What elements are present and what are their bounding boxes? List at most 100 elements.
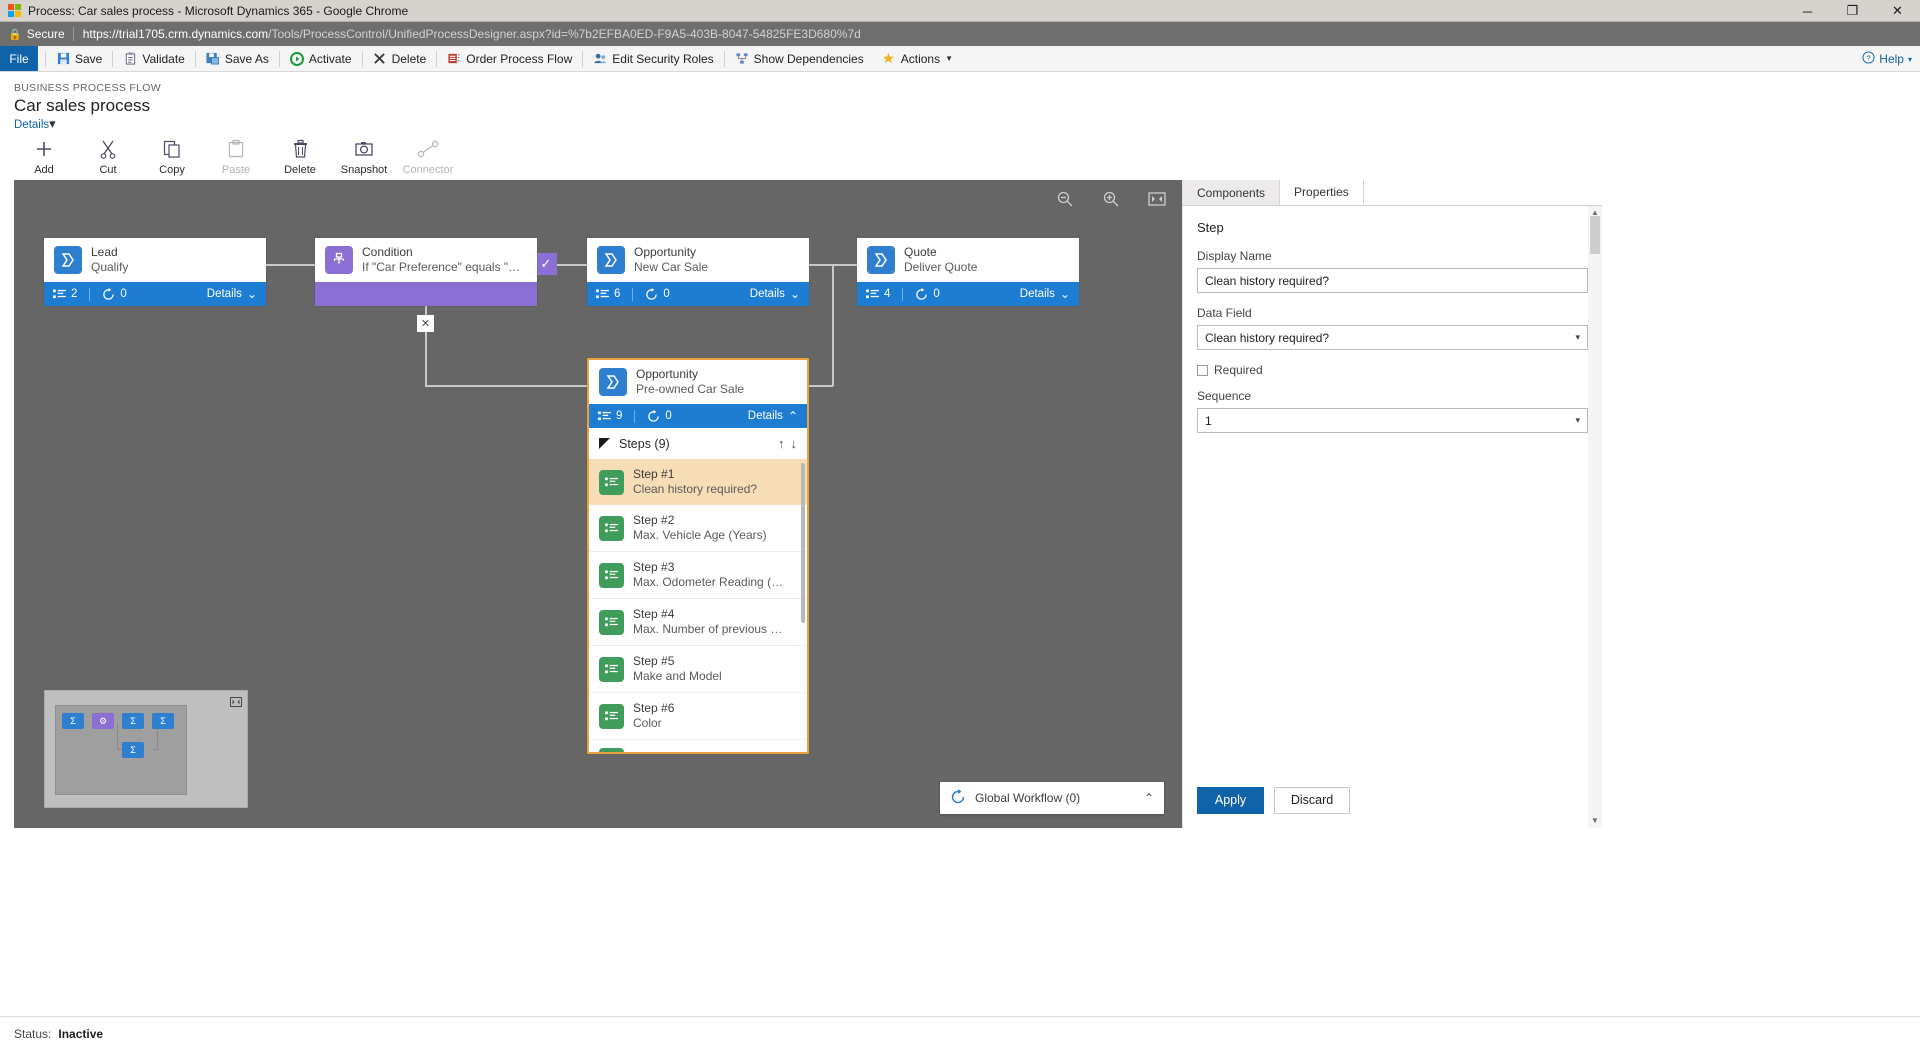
- panel-body: Step Display Name Data Field Clean histo…: [1183, 206, 1602, 772]
- list-item[interactable]: Step #6 Color: [589, 693, 807, 740]
- stage-entity-icon: [597, 246, 625, 274]
- properties-panel: Components Properties Step Display Name …: [1182, 180, 1602, 828]
- validate-button[interactable]: Validate: [114, 46, 193, 72]
- close-button[interactable]: ✕: [1875, 0, 1920, 22]
- details-link[interactable]: Details: [14, 119, 49, 131]
- step-text: Step #4 Max. Number of previous ow...: [633, 607, 785, 637]
- show-dependencies-button[interactable]: Show Dependencies: [726, 46, 873, 72]
- steps-count-cell: 2: [53, 288, 89, 300]
- display-name-input[interactable]: [1197, 268, 1588, 293]
- tab-properties[interactable]: Properties: [1280, 180, 1364, 205]
- details-label: Details: [749, 288, 785, 300]
- apply-button[interactable]: Apply: [1197, 786, 1264, 814]
- stage-card-condition[interactable]: Condition If "Car Preference" equals "Ne…: [315, 238, 537, 306]
- chevron-up-icon[interactable]: ⌃: [1144, 791, 1154, 805]
- step-icon: [599, 703, 624, 729]
- process-canvas[interactable]: ✓ ✕ Lead Qualify 2 0 Details ⌄ Condition…: [14, 180, 1182, 828]
- list-item[interactable]: Step #1 Clean history required?: [589, 459, 807, 505]
- steps-scrollbar[interactable]: [801, 463, 805, 623]
- stage-details-toggle[interactable]: Details ⌄: [1020, 287, 1070, 301]
- scissors-icon: [99, 138, 117, 160]
- stage-card-lead[interactable]: Lead Qualify 2 0 Details ⌄: [44, 238, 266, 306]
- stage-details-toggle[interactable]: Details ⌄: [207, 287, 257, 301]
- footer-divider: [634, 409, 636, 423]
- chevron-down-icon: ⌄: [789, 287, 800, 301]
- actions-button[interactable]: Actions ▼: [873, 46, 962, 72]
- edit-security-roles-button[interactable]: Edit Security Roles: [584, 46, 722, 72]
- stage-card-opportunity-new-car-sale[interactable]: Opportunity New Car Sale 6 0 Details ⌄: [587, 238, 809, 306]
- list-item[interactable]: Step #3 Max. Odometer Reading (Max): [589, 552, 807, 599]
- minimap[interactable]: Σ ⚙ Σ Σ Σ: [44, 690, 248, 808]
- add-tool[interactable]: Add: [18, 138, 70, 176]
- delete-button[interactable]: Delete: [364, 46, 436, 72]
- window-controls: ─ ❐ ✕: [1785, 0, 1920, 22]
- copy-tool[interactable]: Copy: [146, 138, 198, 176]
- stage-footer: 9 0 Details ⌃: [589, 404, 807, 428]
- stage-details-toggle[interactable]: Details ⌃: [748, 409, 798, 423]
- cut-tool[interactable]: Cut: [82, 138, 134, 176]
- zoom-in-icon[interactable]: [1100, 188, 1122, 210]
- panel-scrollbar[interactable]: ▲ ▼: [1588, 206, 1602, 828]
- activate-button[interactable]: Activate: [281, 46, 361, 72]
- condition-true-branch-icon[interactable]: ✓: [535, 253, 557, 275]
- workflow-icon: [950, 788, 966, 808]
- expand-minimap-icon[interactable]: [230, 696, 242, 708]
- condition-footer: [315, 282, 537, 306]
- scroll-down-icon[interactable]: ▼: [1590, 814, 1600, 826]
- fit-to-screen-icon[interactable]: [1146, 188, 1168, 210]
- list-item[interactable]: Step #4 Max. Number of previous ow...: [589, 599, 807, 646]
- steps-header[interactable]: Steps (9) ↑ ↓: [589, 428, 807, 459]
- minimap-node-opportunity: Σ: [122, 713, 144, 729]
- stage-body: Quote Deliver Quote: [857, 238, 1079, 282]
- discard-button[interactable]: Discard: [1274, 786, 1350, 814]
- minimize-button[interactable]: ─: [1785, 0, 1830, 22]
- move-step-down-icon[interactable]: ↓: [791, 436, 798, 451]
- data-field-select[interactable]: Clean history required? ▾: [1197, 325, 1588, 350]
- command-divider: [361, 50, 363, 67]
- list-item[interactable]: Step #2 Max. Vehicle Age (Years): [589, 505, 807, 552]
- list-item[interactable]: Step #7: [589, 740, 807, 752]
- required-checkbox[interactable]: [1197, 364, 1208, 376]
- step-label: Step #1: [633, 467, 675, 481]
- validate-icon: [123, 52, 137, 66]
- save-as-button[interactable]: Save As: [197, 46, 278, 72]
- order-process-flow-button[interactable]: Order Process Flow: [438, 46, 581, 72]
- address-bar[interactable]: 🔒 Secure https://trial1705.crm.dynamics.…: [0, 22, 1920, 46]
- maximize-button[interactable]: ❐: [1830, 0, 1875, 22]
- actions-label: Actions: [900, 51, 941, 66]
- tab-components[interactable]: Components: [1183, 180, 1281, 205]
- activate-label: Activate: [308, 51, 352, 66]
- snapshot-tool[interactable]: Snapshot: [338, 138, 390, 176]
- help-caret-icon: ▾: [1907, 54, 1912, 64]
- paste-label: Paste: [221, 164, 251, 176]
- required-checkbox-row[interactable]: Required: [1197, 363, 1588, 377]
- delete-tool[interactable]: Delete: [274, 138, 326, 176]
- steps-list[interactable]: Step #1 Clean history required? Step #2 …: [589, 459, 807, 752]
- paste-tool[interactable]: Paste: [210, 138, 262, 176]
- command-divider: [112, 50, 114, 67]
- sequence-select[interactable]: 1 ▾: [1197, 408, 1588, 433]
- move-step-up-icon[interactable]: ↑: [778, 436, 785, 451]
- workflow-count: 0: [665, 410, 672, 422]
- save-button[interactable]: Save: [47, 46, 111, 72]
- file-tab[interactable]: File: [0, 46, 38, 71]
- stage-card-quote[interactable]: Quote Deliver Quote 4 0 Details ⌄: [857, 238, 1079, 306]
- stage-details-toggle[interactable]: Details ⌄: [750, 287, 800, 301]
- details-toggle[interactable]: Details▾: [14, 116, 1920, 132]
- stage-card-opportunity-pre-owned[interactable]: Opportunity Pre-owned Car Sale 9 0 Detai…: [587, 358, 809, 754]
- connector-tool[interactable]: Connector: [402, 138, 454, 176]
- condition-false-branch-icon[interactable]: ✕: [417, 315, 434, 332]
- zoom-out-icon[interactable]: [1054, 188, 1076, 210]
- steps-reorder-controls: ↑ ↓: [778, 436, 797, 451]
- scrollbar-thumb[interactable]: [1590, 216, 1600, 254]
- list-item[interactable]: Step #5 Make and Model: [589, 646, 807, 693]
- stage-entity-label: Opportunity: [636, 367, 699, 381]
- connector-label: Connector: [402, 164, 454, 176]
- panel-footer: Apply Discard: [1183, 772, 1602, 828]
- command-items: Save Validate Save As Activate Delete Or…: [38, 46, 962, 71]
- add-label: Add: [34, 164, 54, 176]
- help-area[interactable]: ? Help ▾: [1862, 46, 1912, 72]
- lock-icon: 🔒: [8, 28, 22, 41]
- stage-entity-label: Lead: [91, 245, 118, 259]
- global-workflow-bar[interactable]: Global Workflow (0) ⌃: [940, 782, 1164, 814]
